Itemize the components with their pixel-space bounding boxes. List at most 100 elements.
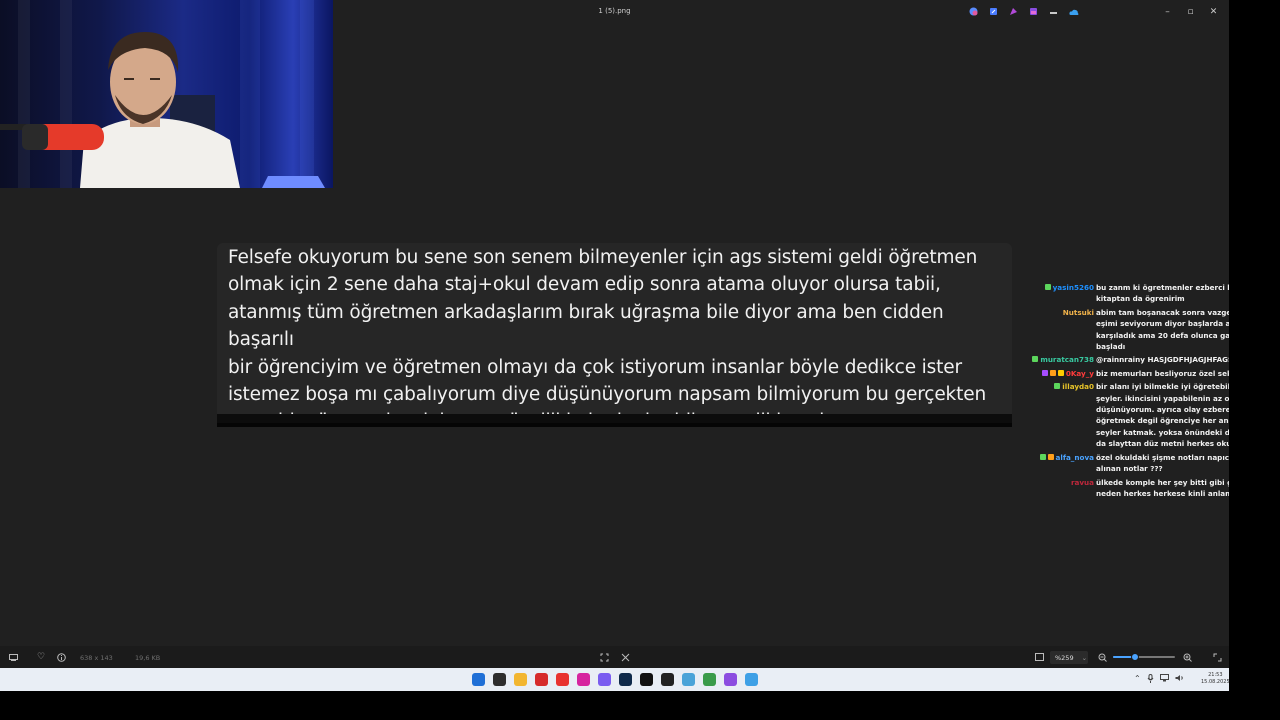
chat-username[interactable]: 0Kay_y <box>1066 368 1094 379</box>
chat-username[interactable]: illayda0 <box>1062 381 1094 392</box>
taskbar-capcut-icon[interactable] <box>661 673 674 686</box>
chat-text: abim tam boşanacak sonra vazgeçiyor ben … <box>1096 307 1229 352</box>
question-line: Felsefe okuyorum bu sene son senem bilme… <box>228 247 978 268</box>
chat-username[interactable]: Nutsuki <box>1063 307 1094 318</box>
clock[interactable]: 21:53 15.08.2025 <box>1201 672 1230 686</box>
paint-icon[interactable] <box>1008 6 1019 17</box>
chat-message: alfa_nova özel okuldaki şişme notları nap… <box>1030 452 1229 475</box>
webcam-overlay <box>0 0 333 188</box>
zoom-in-icon[interactable] <box>1182 652 1192 662</box>
fullscreen-icon[interactable] <box>1212 652 1222 662</box>
volume-icon[interactable] <box>1175 674 1184 685</box>
chat-badge-icon <box>1057 369 1064 376</box>
chat-badge-icon <box>1032 356 1039 363</box>
chat-overlay: yasin5260 bu zanm ki ögretmenler ezberci … <box>1030 282 1229 501</box>
chat-user[interactable]: yasin5260 <box>1030 282 1096 305</box>
question-line: atanmış tüm öğretmen arkadaşlarım bırak … <box>228 301 944 351</box>
taskbar-photos-icon[interactable] <box>745 673 758 686</box>
chat-text: bir alanı iyi bilmekle iyi öğretebilmek … <box>1096 382 1229 449</box>
zoom-slider-thumb[interactable] <box>1130 653 1139 661</box>
chat-message: muratcan738 @rainnrainy HASJGDFHJAGJHFAGS <box>1030 354 1229 365</box>
chat-user[interactable]: illayda0 <box>1030 381 1096 449</box>
chat-user[interactable]: 0Kay_y <box>1030 368 1096 379</box>
chat-user[interactable]: ravua <box>1030 477 1096 500</box>
edit-icon[interactable] <box>988 6 999 17</box>
display-icon[interactable] <box>1159 674 1169 685</box>
card-bottom-border <box>217 414 1012 423</box>
chat-message: Nutsukiabim tam boşanacak sonra vazgeçiy… <box>1030 307 1229 353</box>
chat-text: ülkede komple her şey bitti gibi geliyor… <box>1096 477 1229 498</box>
chat-user[interactable]: alfa_nova <box>1030 452 1096 475</box>
chat-text: biz memurları besliyoruz özel sektör ola… <box>1096 368 1229 378</box>
taskbar-app-3-icon[interactable] <box>535 673 548 686</box>
taskbar-start-icon[interactable] <box>472 673 485 686</box>
photos-icon[interactable] <box>1028 6 1039 17</box>
chat-message: illayda0 bir alanı iyi bilmekle iyi öğret… <box>1030 381 1229 449</box>
chevron-down-icon: ⌄ <box>1081 653 1088 662</box>
minimize-button[interactable]: – <box>1156 4 1179 20</box>
image-viewer-window: 1 (5).png – ▫ ✕ Felsefe okuyorum bu sene… <box>0 0 1229 668</box>
clock-time: 21:53 <box>1208 672 1223 678</box>
chat-message: yasin5260 bu zanm ki ögretmenler ezberci … <box>1030 282 1229 305</box>
chat-username[interactable]: muratcan738 <box>1040 354 1094 365</box>
maximize-button[interactable]: ▫ <box>1179 4 1202 20</box>
screen-border-right <box>1229 0 1280 691</box>
chat-badge-icon <box>1049 369 1056 376</box>
taskbar-app-10-icon[interactable] <box>682 673 695 686</box>
taskbar-chrome-icon[interactable] <box>703 673 716 686</box>
clock-date: 15.08.2025 <box>1201 679 1230 685</box>
chat-username[interactable]: yasin5260 <box>1053 282 1094 293</box>
heart-icon[interactable]: ♡ <box>36 652 46 662</box>
taskbar-instagram-icon[interactable] <box>577 673 590 686</box>
taskbar-task-view-icon[interactable] <box>493 673 506 686</box>
chat-badge-icon <box>1039 453 1046 460</box>
question-line: bir öğrenciyim ve öğretmen olmayı da çok… <box>228 356 962 378</box>
chevron-up-icon[interactable]: ⌃ <box>1134 674 1141 685</box>
title-bar: 1 (5).png – ▫ ✕ <box>0 0 1229 24</box>
zoom-slider[interactable] <box>1113 653 1175 661</box>
question-line: olmak için 2 sene daha staj+okul devam e… <box>228 274 941 296</box>
chat-badge-icon <box>1041 369 1048 376</box>
chat-user[interactable]: muratcan738 <box>1030 354 1096 365</box>
fit-icon[interactable] <box>620 652 630 662</box>
chat-username[interactable]: ravua <box>1071 477 1094 488</box>
chat-user[interactable]: Nutsuki <box>1030 307 1096 353</box>
copilot-icon[interactable] <box>968 6 979 17</box>
question-text: Felsefe okuyorum bu sene son senem bilme… <box>228 244 1008 423</box>
taskbar-discord-icon[interactable] <box>598 673 611 686</box>
question-line: istemez boşa mı çabalıyorum diye düşünüy… <box>228 384 987 406</box>
chat-badge-icon <box>1044 284 1051 290</box>
taskbar-photoshop-icon[interactable] <box>619 673 632 686</box>
titlebar-toolbar <box>968 6 1079 17</box>
close-button[interactable]: ✕ <box>1202 4 1225 20</box>
streamer-image <box>0 32 325 188</box>
microphone-icon[interactable] <box>1147 674 1154 685</box>
chat-text: @rainnrainy HASJGDFHJAGJHFAGS <box>1096 355 1229 365</box>
zoom-value: %259 <box>1055 653 1074 662</box>
zoom-dropdown[interactable]: %259 ⌄ <box>1050 651 1088 664</box>
viewer-bottom-bar: ♡ 638 x 143 19,6 KB %259 ⌄ <box>0 646 1229 668</box>
filmstrip-icon[interactable] <box>8 652 18 662</box>
question-card: Felsefe okuyorum bu sene son senem bilme… <box>217 243 1012 423</box>
chat-badge-icon <box>1047 453 1054 460</box>
window-controls: – ▫ ✕ <box>1156 4 1225 20</box>
crop-icon[interactable] <box>599 652 609 662</box>
cloud-icon[interactable] <box>1068 6 1079 17</box>
system-tray: ⌃ <box>1134 674 1184 685</box>
chat-message: ravuaülkede komple her şey bitti gibi ge… <box>1030 477 1229 500</box>
taskbar-opera-icon[interactable] <box>556 673 569 686</box>
info-icon[interactable] <box>56 652 66 662</box>
chat-username[interactable]: alfa_nova <box>1056 452 1094 463</box>
chat-message: 0Kay_ybiz memurları besliyoruz özel sekt… <box>1030 368 1229 379</box>
zoom-out-icon[interactable] <box>1097 652 1107 662</box>
chat-badge-icon <box>1054 383 1061 390</box>
actual-size-icon[interactable] <box>1034 652 1044 662</box>
chat-text: bu zanm ki ögretmenler ezberci ben onu k… <box>1096 283 1229 304</box>
file-size: 19,6 KB <box>135 654 161 662</box>
taskbar-app-12-icon[interactable] <box>724 673 737 686</box>
share-icon[interactable] <box>1048 6 1059 17</box>
taskbar-file-explorer-icon[interactable] <box>514 673 527 686</box>
taskbar: ⌃ 21:53 15.08.2025 <box>0 668 1230 691</box>
taskbar-tiktok-icon[interactable] <box>640 673 653 686</box>
taskbar-apps <box>472 673 758 686</box>
